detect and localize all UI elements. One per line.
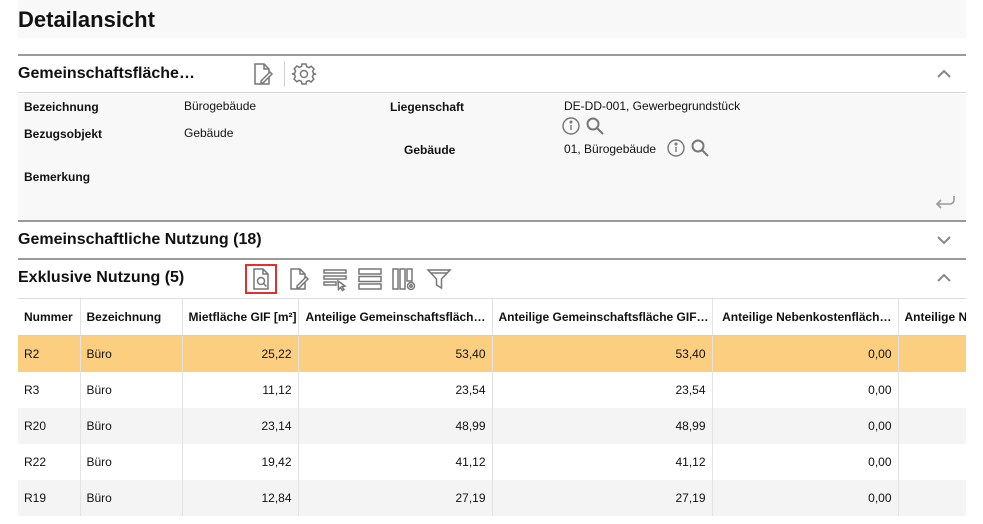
chevron-down-icon [937,236,951,245]
column-settings-icon[interactable] [391,266,417,292]
cell-nummer: R3 [18,372,81,408]
section-header-exclusive: Exklusive Nutzung (5) [18,260,966,296]
field-label-liegenschaft: Liegenschaft [390,100,465,114]
cell-bezeichnung: Büro [80,408,183,444]
table-header-row: Nummer Bezeichnung Mietfläche GIF [m²] A… [18,299,966,336]
cell-anteil-nk: 0,00 [712,408,899,444]
expand-shared-button[interactable] [934,230,954,250]
cell-anteil-gem-gif: 48,99 [492,408,713,444]
info-icon[interactable] [561,116,581,136]
table-row[interactable]: R22 Büro 19,42 41,12 41,12 0,00 [18,444,966,480]
chevron-up-icon [937,273,951,282]
cell-nummer: R19 [18,480,81,516]
cell-anteil-gem: 53,40 [298,335,493,372]
search-icon[interactable] [585,116,605,136]
cell-anteil-ne [898,480,966,516]
page-header: Detailansicht [18,0,966,38]
edit-document-icon[interactable] [286,266,312,292]
cell-anteil-gem: 48,99 [298,408,493,444]
column-filter-icon[interactable] [322,266,348,292]
cell-anteil-gem: 27,19 [298,480,493,516]
section-header-shared[interactable]: Gemeinschaftliche Nutzung (18) [18,222,966,258]
field-label-bezugsobjekt: Bezugsobjekt [24,127,103,141]
cell-anteil-ne [898,335,966,372]
cell-anteil-ne [898,408,966,444]
field-value-bezugsobjekt: Gebäude [184,126,234,140]
exclusive-usage-table: Nummer Bezeichnung Mietfläche GIF [m²] A… [18,299,966,516]
toolbar-separator [284,61,285,87]
cell-bezeichnung: Büro [80,372,183,408]
table-row[interactable]: R20 Büro 23,14 48,99 48,99 0,00 [18,408,966,444]
edit-document-icon[interactable] [250,61,276,87]
cell-mietflaeche: 25,22 [182,335,299,372]
funnel-icon[interactable] [426,266,452,292]
cell-anteil-gem-gif: 23,54 [492,372,713,408]
column-header[interactable]: Bezeichnung [80,299,183,336]
cell-mietflaeche: 19,42 [182,444,299,480]
info-icon[interactable] [666,138,686,158]
cell-mietflaeche: 11,12 [182,372,299,408]
cell-mietflaeche: 12,84 [182,480,299,516]
exclusive-usage-grid: Nummer Bezeichnung Mietfläche GIF [m²] A… [18,298,966,521]
field-label-gebaeude: Gebäude [404,143,456,157]
field-value-gebaeude: 01, Bürogebäude [564,142,657,156]
page-title: Detailansicht [18,7,155,32]
cell-bezeichnung: Büro [80,480,183,516]
gear-icon[interactable] [291,61,317,87]
cell-anteil-nk: 0,00 [712,480,899,516]
column-header[interactable]: Anteilige Nebenkostenfläch… [712,299,899,336]
cell-bezeichnung: Büro [80,444,183,480]
table-row[interactable]: R19 Büro 12,84 27,19 27,19 0,00 [18,480,966,516]
cell-nummer: R22 [18,444,81,480]
cell-anteil-gem-gif: 41,12 [492,444,713,480]
field-value-liegenschaft: DE-DD-001, Gewerbegrundstück [564,99,741,113]
search-icon[interactable] [690,138,710,158]
cell-nummer: R2 [18,335,81,372]
field-label-bemerkung: Bemerkung [24,170,91,184]
cell-anteil-gem-gif: 53,40 [492,335,713,372]
chevron-up-icon [937,69,951,78]
field-label-bezeichnung: Bezeichnung [24,100,99,114]
cell-anteil-ne [898,444,966,480]
cell-mietflaeche: 23,14 [182,408,299,444]
field-value-bezeichnung: Bürogebäude [184,99,257,113]
column-header[interactable]: Anteilige Gemeinschaftsfläch… [298,299,493,336]
collapse-exclusive-button[interactable] [934,268,954,288]
cell-anteil-gem: 41,12 [298,444,493,480]
rows-icon[interactable] [357,266,383,292]
cell-anteil-nk: 0,00 [712,444,899,480]
section-title-shared: Gemeinschaftliche Nutzung (18) [18,231,262,248]
section-divider-light [18,92,966,93]
cell-anteil-gem-gif: 27,19 [492,480,713,516]
table-row[interactable]: R3 Büro 11,12 23,54 23,54 0,00 [18,372,966,408]
document-search-button[interactable] [245,264,277,294]
cell-anteil-ne [898,372,966,408]
document-search-icon [253,268,269,290]
section-header-detail: Gemeinschaftsfläche… [18,56,966,92]
column-header[interactable]: Mietfläche GIF [m²] [182,299,299,336]
cell-bezeichnung: Büro [80,335,183,372]
cell-nummer: R20 [18,408,81,444]
table-row[interactable]: R2 Büro 25,22 53,40 53,40 0,00 [18,335,966,372]
cell-anteil-gem: 23,54 [298,372,493,408]
cell-anteil-nk: 0,00 [712,372,899,408]
return-arrow-icon[interactable] [932,192,958,214]
section-title-detail: Gemeinschaftsfläche… [18,65,195,82]
section-title-exclusive: Exklusive Nutzung (5) [18,269,185,286]
detail-panel: Bezeichnung Bürogebäude Bezugsobjekt Geb… [18,94,966,220]
cell-anteil-nk: 0,00 [712,335,899,372]
column-header[interactable]: Anteilige Ne [898,299,966,336]
column-header[interactable]: Anteilige Gemeinschaftsfläche GIF… [492,299,713,336]
collapse-detail-button[interactable] [934,64,954,84]
column-header[interactable]: Nummer [18,299,81,336]
